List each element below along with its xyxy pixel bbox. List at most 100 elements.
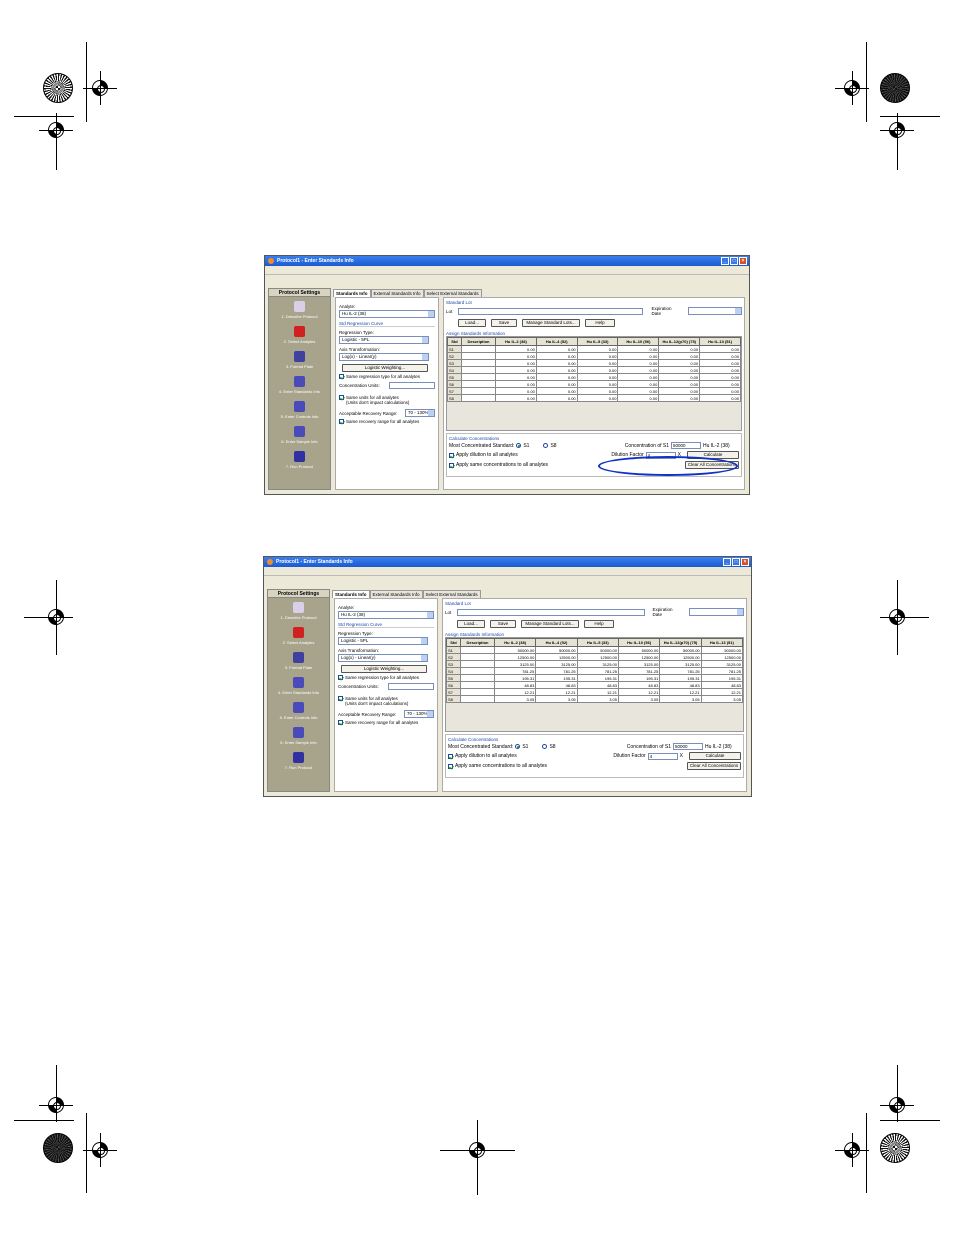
table-cell-concentration[interactable]: 0.00 [699,380,741,388]
axis-transformation-select[interactable]: Log(x) - Linear(y) [339,353,429,361]
recovery-range-select[interactable]: 70 - 130% [405,409,435,417]
table-cell-concentration[interactable]: 0.00 [576,380,619,388]
table-cell-concentration[interactable]: 0.00 [495,394,537,402]
table-cell-concentration[interactable]: 0.00 [495,359,537,367]
manage-standard-lots-button[interactable]: Manage Standard Lots... [522,319,580,327]
table-cell-description[interactable] [460,660,495,668]
minimize-button[interactable]: _ [721,257,729,265]
table-cell-concentration[interactable]: 195.31 [493,674,537,682]
table-cell-concentration[interactable]: 0.00 [576,373,619,381]
nav-item-7[interactable]: 7. Run Protocol [269,447,330,472]
logistic-weighting-button[interactable]: Logistic Weighting... [341,665,427,673]
table-cell-concentration[interactable]: 0.00 [495,366,537,374]
table-cell-concentration[interactable]: 0.00 [576,345,619,353]
table-cell-concentration[interactable]: 3.05 [617,695,661,703]
table-cell-concentration[interactable]: 781.25 [493,667,537,675]
table-cell-concentration[interactable]: 0.00 [617,373,660,381]
table-cell-concentration[interactable]: 195.31 [659,674,702,682]
concentration-units-input[interactable] [388,683,434,690]
table-cell-concentration[interactable]: 0.00 [617,380,660,388]
tab-select-external-standards[interactable]: Select External Standards [422,590,481,598]
close-button[interactable]: × [739,257,747,265]
lot-input[interactable] [457,608,645,616]
calculate-button[interactable]: Calculate [689,752,741,760]
analyte-select[interactable]: Hu IL-2 (38) [339,310,435,318]
regression-type-select[interactable]: Logistic - 5PL [339,336,429,344]
same-regression-checkbox[interactable] [339,374,344,379]
table-cell-description[interactable] [461,394,496,402]
table-cell-concentration[interactable]: 3125.00 [576,660,619,668]
table-cell-concentration[interactable]: 781.25 [535,667,578,675]
tab-external-standards-info[interactable]: External Standards Info [369,590,423,598]
table-cell-concentration[interactable]: 0.00 [699,394,741,402]
table-cell-concentration[interactable]: 3125.00 [535,660,578,668]
table-cell-concentration[interactable]: 0.00 [576,387,619,395]
table-cell-concentration[interactable]: 0.00 [495,352,537,360]
table-cell-concentration[interactable]: 12.21 [659,688,702,696]
close-button[interactable]: × [741,558,749,566]
table-cell-concentration[interactable]: 3.05 [535,695,578,703]
maximize-button[interactable]: □ [730,257,738,265]
table-cell-description[interactable] [461,380,496,388]
lot-input[interactable] [458,307,644,315]
table-cell-concentration[interactable]: 12.21 [535,688,578,696]
table-cell-concentration[interactable]: 12500.00 [700,653,743,661]
table-cell-concentration[interactable]: 0.00 [699,352,741,360]
table-cell-concentration[interactable]: 3.05 [659,695,702,703]
table-cell-concentration[interactable]: 781.25 [659,667,702,675]
table-cell-concentration[interactable]: 12.21 [617,688,661,696]
table-cell-concentration[interactable]: 0.00 [699,387,741,395]
table-cell-concentration[interactable]: 3125.00 [700,660,743,668]
table-cell-concentration[interactable]: 50000.00 [617,646,661,654]
table-cell-concentration[interactable]: 0.00 [699,366,741,374]
table-cell-description[interactable] [460,667,495,675]
title-bar[interactable]: Protocol1 - Enter Standards Info _ □ × [265,256,749,266]
table-cell-concentration[interactable]: 50000.00 [493,646,537,654]
table-cell-concentration[interactable]: 0.00 [617,345,660,353]
table-cell-concentration[interactable]: 0.00 [535,394,578,402]
table-cell-concentration[interactable]: 0.00 [658,373,701,381]
table-cell-concentration[interactable]: 0.00 [535,366,578,374]
dilution-factor-input[interactable]: 4 [647,752,678,760]
table-cell-concentration[interactable]: 781.25 [700,667,743,675]
table-cell-concentration[interactable]: 12500.00 [493,653,537,661]
table-cell-concentration[interactable]: 0.00 [576,359,619,367]
clear-all-concentrations-button[interactable]: Clear All Concentrations [687,762,741,770]
table-cell-description[interactable] [461,366,496,374]
table-cell-concentration[interactable]: 0.00 [617,352,660,360]
table-cell-concentration[interactable]: 0.00 [576,394,619,402]
same-recovery-checkbox[interactable] [339,419,344,424]
table-cell-concentration[interactable]: 3.05 [700,695,743,703]
nav-item-1[interactable]: 1. Describe Protocol [268,598,329,623]
table-cell-concentration[interactable]: 0.00 [617,366,660,374]
table-cell-concentration[interactable]: 0.00 [535,352,578,360]
table-cell-concentration[interactable]: 48.83 [617,681,661,689]
table-cell-concentration[interactable]: 0.00 [617,394,660,402]
nav-item-1[interactable]: 1. Describe Protocol [269,297,330,322]
table-cell-concentration[interactable]: 48.83 [700,681,743,689]
tab-standards-info[interactable]: Standards Info [333,289,371,297]
same-units-checkbox[interactable] [339,395,344,400]
table-cell-concentration[interactable]: 0.00 [617,387,660,395]
radio-s1[interactable] [516,443,522,448]
table-cell-description[interactable] [461,352,496,360]
table-cell-concentration[interactable]: 48.83 [535,681,578,689]
help-button[interactable]: Help [585,319,615,327]
table-cell-concentration[interactable]: 48.83 [576,681,619,689]
table-cell-description[interactable] [460,646,495,654]
load-button[interactable]: Load... [458,319,486,327]
table-cell-concentration[interactable]: 0.00 [535,387,578,395]
table-cell-description[interactable] [461,373,496,381]
tab-standards-info[interactable]: Standards Info [332,590,370,598]
radio-s1[interactable] [515,744,521,749]
nav-item-5[interactable]: 5. Enter Controls Info [268,698,329,723]
nav-item-6[interactable]: 6. Enter Sample Info [269,422,330,447]
table-cell-concentration[interactable]: 48.83 [493,681,537,689]
nav-item-2[interactable]: 2. Select Analytes [269,322,330,347]
table-cell-description[interactable] [461,345,496,353]
nav-item-2[interactable]: 2. Select Analytes [268,623,329,648]
title-bar[interactable]: Protocol1 - Enter Standards Info _ □ × [264,557,751,567]
maximize-button[interactable]: □ [732,558,740,566]
table-cell-concentration[interactable]: 50000.00 [700,646,743,654]
table-cell-description[interactable] [461,387,496,395]
